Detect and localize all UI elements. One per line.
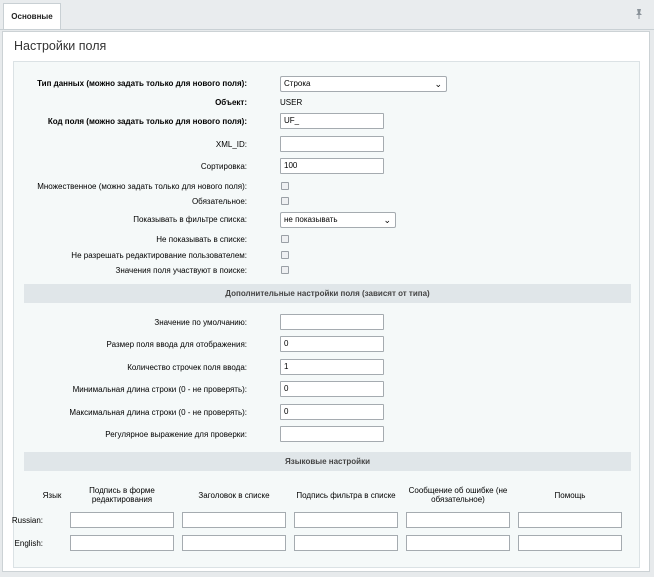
ru-edit-label-input[interactable] xyxy=(70,512,174,528)
extra-section-heading: Дополнительные настройки поля (зависят о… xyxy=(24,284,631,303)
en-help-input[interactable] xyxy=(518,535,622,551)
no-edit-checkbox[interactable] xyxy=(281,251,289,259)
min-length-input[interactable]: 0 xyxy=(280,381,384,397)
show-filter-value: не показывать xyxy=(284,215,338,224)
default-value-input[interactable] xyxy=(280,314,384,330)
code-input[interactable]: UF_ xyxy=(280,113,384,129)
col-language: Язык xyxy=(42,491,62,500)
chevron-down-icon: ⌄ xyxy=(434,79,442,89)
tab-bar: Основные xyxy=(0,0,654,30)
col-error-message: Сообщение об ошибке (не обязательное) xyxy=(408,486,508,504)
form-panel: Тип данных (можно задать только для ново… xyxy=(11,61,640,568)
ru-list-header-input[interactable] xyxy=(182,512,286,528)
en-list-header-input[interactable] xyxy=(182,535,286,551)
pin-icon[interactable] xyxy=(634,8,644,20)
regexp-label: Регулярное выражение для проверки: xyxy=(105,430,247,439)
data-type-label: Тип данных (можно задать только для ново… xyxy=(37,79,247,88)
en-filter-label-input[interactable] xyxy=(294,535,398,551)
col-filter-label: Подпись фильтра в списке xyxy=(296,491,396,500)
data-type-select[interactable]: Строка ⌄ xyxy=(280,76,447,92)
xml-id-label: XML_ID: xyxy=(215,140,247,149)
chevron-down-icon: ⌄ xyxy=(383,215,391,225)
sort-input[interactable]: 100 xyxy=(280,158,384,174)
size-input[interactable]: 0 xyxy=(280,336,384,352)
no-edit-label: Не разрешать редактирование пользователе… xyxy=(71,251,247,260)
multiple-label: Множественное (можно задать только для н… xyxy=(37,182,247,191)
data-type-value: Строка xyxy=(284,79,311,88)
mandatory-checkbox[interactable] xyxy=(281,197,289,205)
en-edit-label-input[interactable] xyxy=(70,535,174,551)
in-search-label: Значения поля участвуют в поиске: xyxy=(115,266,247,275)
ru-filter-label-input[interactable] xyxy=(294,512,398,528)
xml-id-input[interactable] xyxy=(280,136,384,152)
sort-label: Сортировка: xyxy=(200,162,247,171)
code-label: Код поля (можно задать только для нового… xyxy=(47,117,247,126)
multiple-checkbox[interactable] xyxy=(281,182,289,190)
max-length-input[interactable]: 0 xyxy=(280,404,384,420)
tab-main[interactable]: Основные xyxy=(3,3,61,29)
rows-input[interactable]: 1 xyxy=(280,359,384,375)
col-edit-label: Подпись в форме редактирования xyxy=(89,486,155,504)
max-length-label: Максимальная длина строки (0 - не провер… xyxy=(69,408,247,417)
object-label: Объект: xyxy=(215,98,247,107)
row-english-label: English: xyxy=(14,539,43,548)
lang-section-heading: Языковые настройки xyxy=(24,452,631,471)
min-length-label: Минимальная длина строки (0 - не проверя… xyxy=(72,385,247,394)
col-help: Помощь xyxy=(554,491,586,500)
show-filter-label: Показывать в фильтре списка: xyxy=(133,215,247,224)
rows-label: Количество строчек поля ввода: xyxy=(127,363,247,372)
mandatory-label: Обязательное: xyxy=(191,197,247,206)
ru-error-message-input[interactable] xyxy=(406,512,510,528)
show-filter-select[interactable]: не показывать ⌄ xyxy=(280,212,396,228)
hide-in-list-label: Не показывать в списке: xyxy=(156,235,247,244)
default-value-label: Значение по умолчанию: xyxy=(154,318,247,327)
hide-in-list-checkbox[interactable] xyxy=(281,235,289,243)
settings-card: Настройки поля Тип данных (можно задать … xyxy=(2,31,650,572)
row-russian-label: Russian: xyxy=(11,516,43,525)
in-search-checkbox[interactable] xyxy=(281,266,289,274)
col-list-header: Заголовок в списке xyxy=(198,491,270,500)
page-title: Настройки поля xyxy=(14,39,107,53)
ru-help-input[interactable] xyxy=(518,512,622,528)
regexp-input[interactable] xyxy=(280,426,384,442)
en-error-message-input[interactable] xyxy=(406,535,510,551)
size-label: Размер поля ввода для отображения: xyxy=(106,340,247,349)
object-value: USER xyxy=(280,98,303,107)
